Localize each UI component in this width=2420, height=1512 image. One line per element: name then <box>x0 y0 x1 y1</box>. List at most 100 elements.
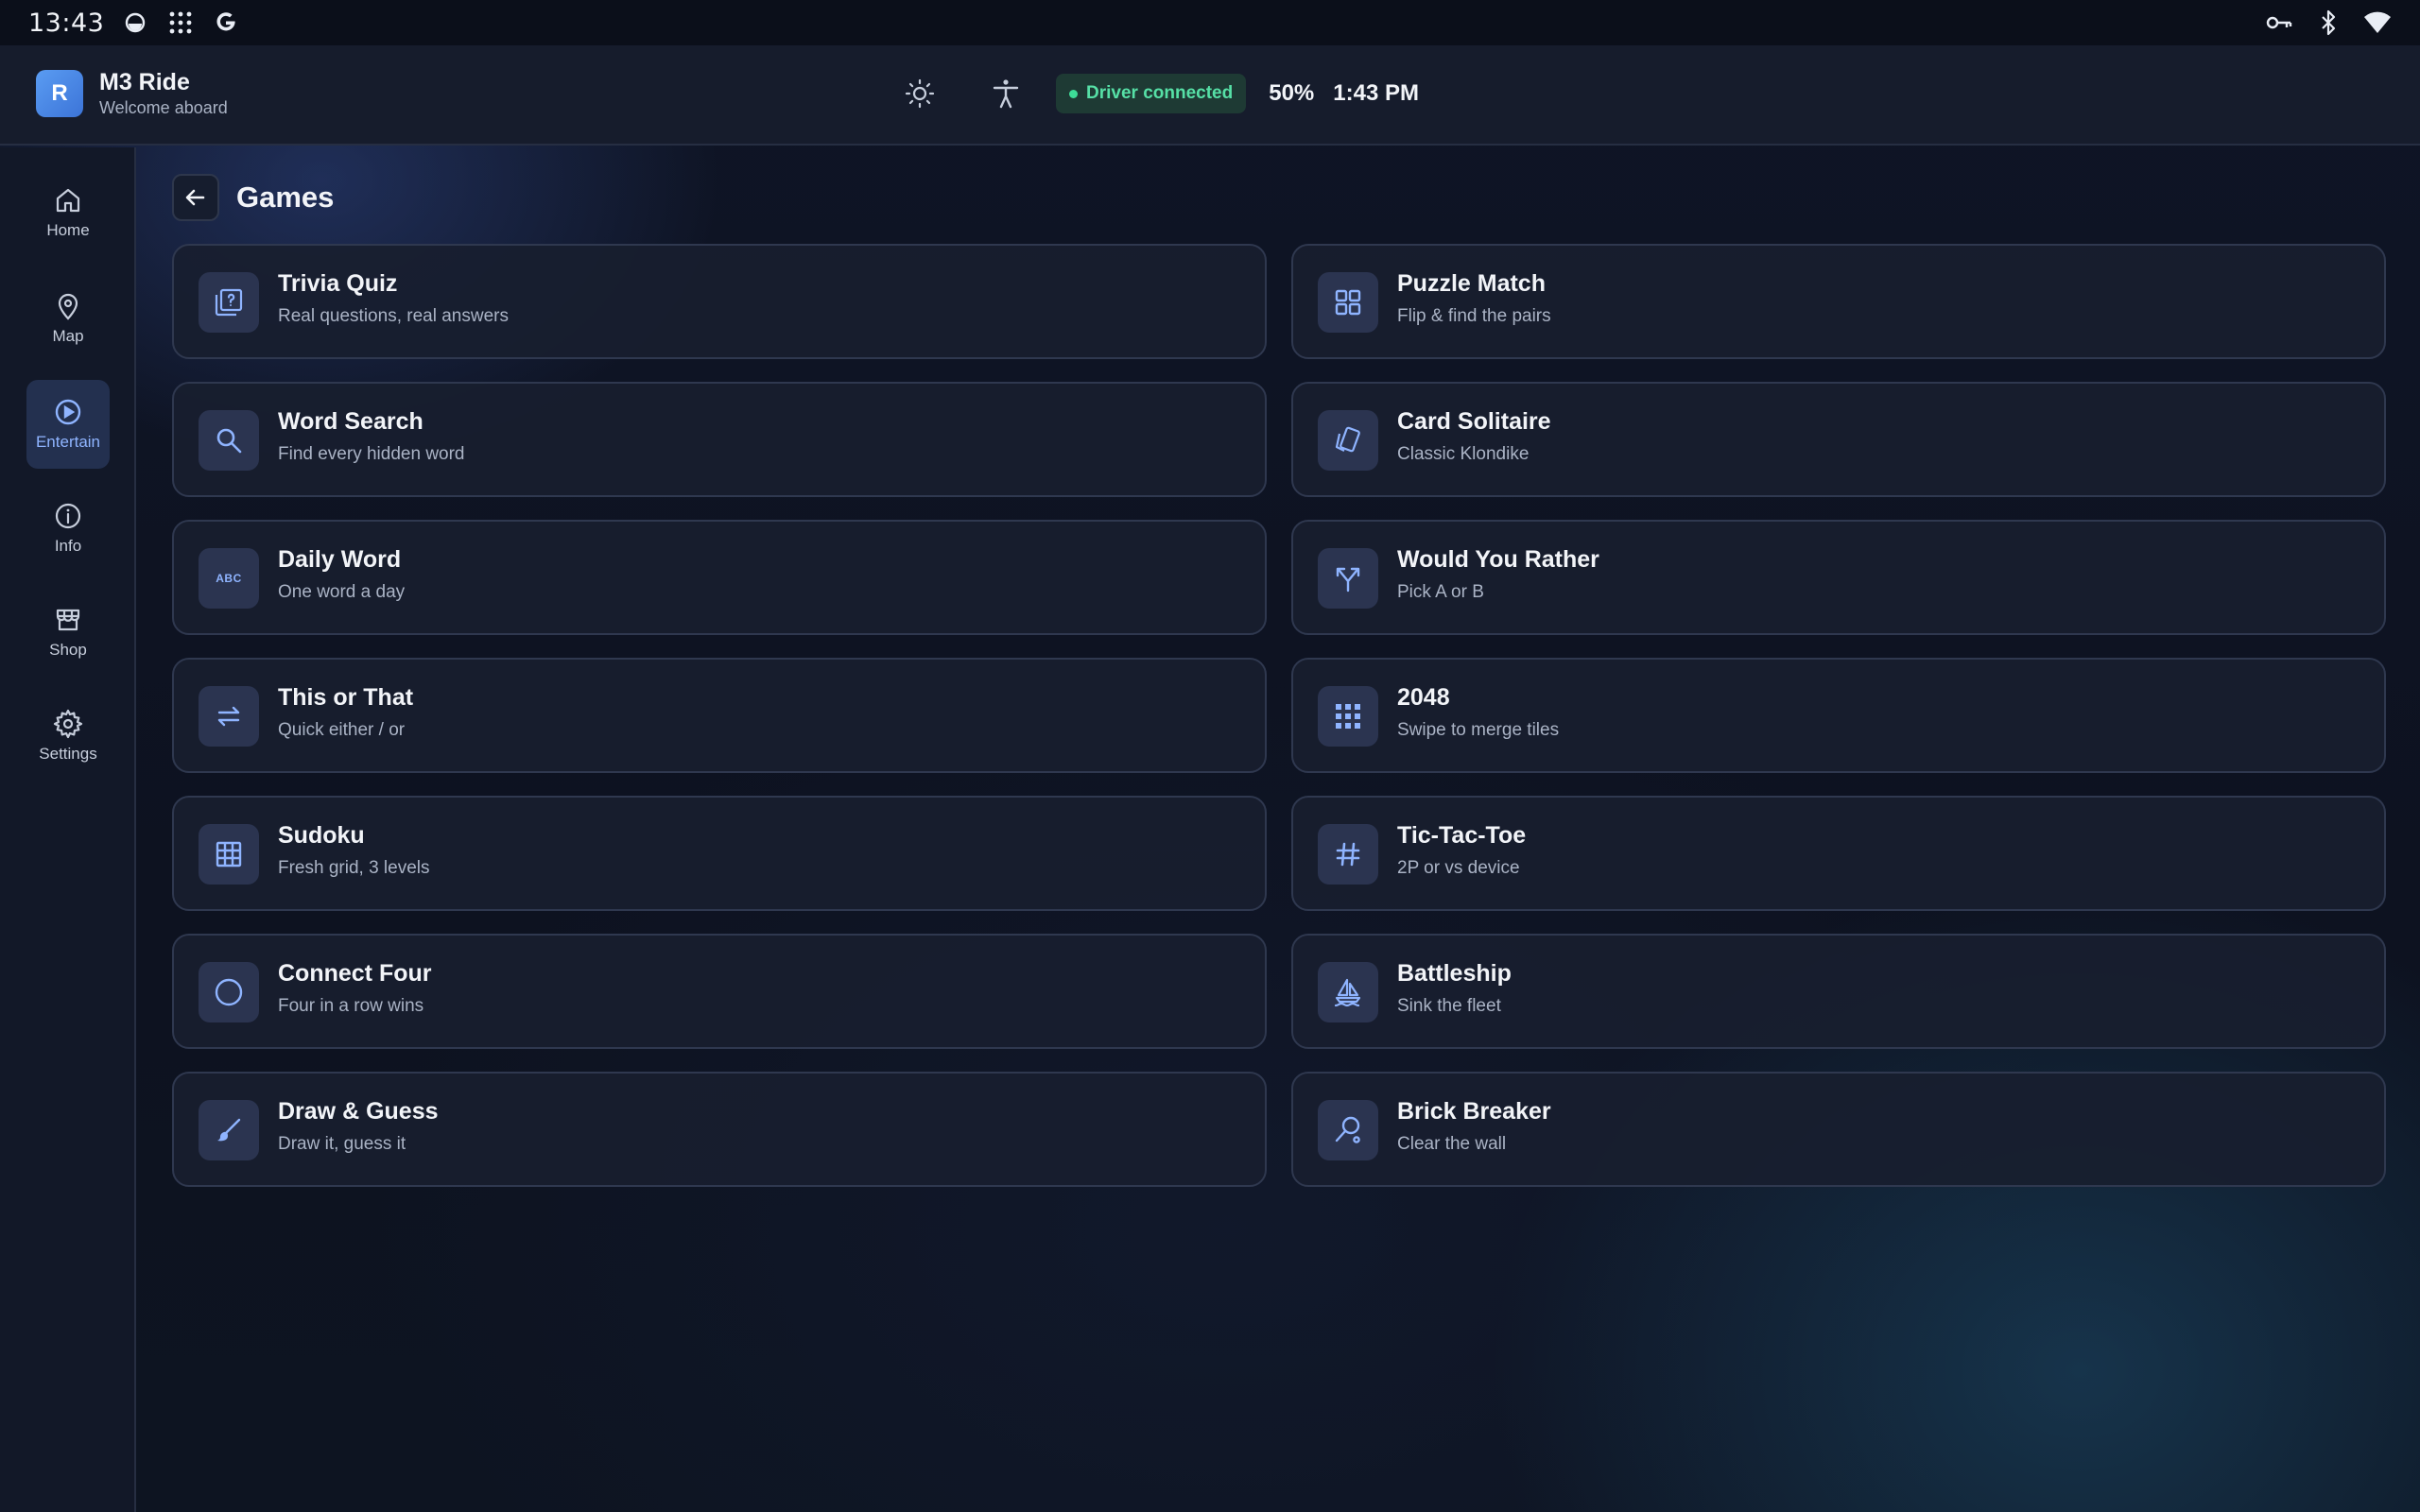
page-header: Games <box>172 174 334 221</box>
apps-grid-icon <box>166 9 195 37</box>
game-subtitle: Real questions, real answers <box>278 306 509 326</box>
game-subtitle: Swipe to merge tiles <box>1397 720 1560 740</box>
vpn-key-icon <box>2265 9 2293 37</box>
system-status-bar: 13:43 <box>0 0 2420 45</box>
welcome-text: Welcome aboard <box>99 98 228 117</box>
apps-icon <box>1318 686 1378 747</box>
game-card-daily-word[interactable]: ABC Daily Word One word a day <box>172 520 1267 635</box>
hashtag-icon <box>1318 824 1378 885</box>
sidebar-item-map[interactable]: Map <box>26 274 110 363</box>
brush-icon <box>199 1100 259 1160</box>
game-title: 2048 <box>1397 684 1450 711</box>
grid-view-icon <box>1318 272 1378 333</box>
store-icon <box>56 609 80 631</box>
game-subtitle: Clear the wall <box>1397 1134 1507 1154</box>
cards-icon <box>1318 410 1378 471</box>
app-name: M3 Ride <box>99 69 190 95</box>
game-card-2048[interactable]: 2048 Swipe to merge tiles <box>1291 658 2386 773</box>
gear-icon <box>53 709 83 739</box>
game-card-tic-tac-toe[interactable]: Tic-Tac-Toe 2P or vs device <box>1291 796 2386 911</box>
game-title: Word Search <box>278 408 424 435</box>
play-circle-icon <box>55 399 81 425</box>
game-subtitle: Find every hidden word <box>278 444 465 464</box>
driver-status-badge: Driver connected <box>1056 74 1247 113</box>
sidebar-item-label: Home <box>46 221 90 239</box>
game-card-would-you-rather[interactable]: Would You Rather Pick A or B <box>1291 520 2386 635</box>
game-title: Puzzle Match <box>1397 270 1546 297</box>
game-title: Daily Word <box>278 546 402 573</box>
status-time: 13:43 <box>28 8 105 38</box>
info-icon <box>55 503 81 529</box>
battery-level: 50% <box>1269 80 1315 106</box>
game-title: Brick Breaker <box>1397 1098 1551 1125</box>
sidebar-item-settings[interactable]: Settings <box>26 692 110 781</box>
sidebar-nav: Home Map Entertain Info Shop Settings <box>0 147 136 1512</box>
game-title: Card Solitaire <box>1397 408 1551 435</box>
app-header: R M3 Ride Welcome aboard Driver connecte… <box>0 45 2420 146</box>
home-icon <box>56 188 80 213</box>
game-card-card-solitaire[interactable]: Card Solitaire Classic Klondike <box>1291 382 2386 497</box>
google-g-icon <box>212 9 240 37</box>
game-title: Sudoku <box>278 822 365 849</box>
grid-3x3-icon <box>199 824 259 885</box>
game-subtitle: Four in a row wins <box>278 996 424 1016</box>
arrow-back-icon <box>185 189 205 206</box>
status-dot <box>1069 89 1078 98</box>
game-card-word-search[interactable]: Word Search Find every hidden word <box>172 382 1267 497</box>
sidebar-item-home[interactable]: Home <box>26 168 110 257</box>
header-clock: 1:43 PM <box>1333 80 1419 106</box>
game-title: This or That <box>278 684 414 711</box>
back-button[interactable] <box>172 174 219 221</box>
sidebar-item-info[interactable]: Info <box>26 484 110 573</box>
game-subtitle: Draw it, guess it <box>278 1134 406 1154</box>
game-title: Battleship <box>1397 960 1512 987</box>
brightness-icon <box>905 78 935 109</box>
sidebar-item-shop[interactable]: Shop <box>26 588 110 677</box>
circle-indicator-icon <box>121 9 149 37</box>
game-card-brick-breaker[interactable]: Brick Breaker Clear the wall <box>1291 1072 2386 1187</box>
page-title: Games <box>236 180 335 214</box>
game-card-connect-four[interactable]: Connect Four Four in a row wins <box>172 934 1267 1049</box>
brand: R M3 Ride Welcome aboard <box>36 68 228 119</box>
game-title: Would You Rather <box>1397 546 1599 573</box>
game-subtitle: Quick either / or <box>278 720 406 740</box>
sailboat-icon <box>1318 962 1378 1022</box>
accessibility-button[interactable] <box>984 72 1028 115</box>
game-title: Connect Four <box>278 960 432 987</box>
game-card-puzzle-match[interactable]: Puzzle Match Flip & find the pairs <box>1291 244 2386 359</box>
game-title: Trivia Quiz <box>278 270 398 297</box>
app-logo: R <box>36 70 83 117</box>
sidebar-item-label: Info <box>54 537 82 555</box>
brightness-button[interactable] <box>898 72 942 115</box>
search-icon <box>199 410 259 471</box>
game-subtitle: Pick A or B <box>1397 582 1484 602</box>
game-subtitle: 2P or vs device <box>1397 858 1520 878</box>
game-card-sudoku[interactable]: Sudoku Fresh grid, 3 levels <box>172 796 1267 911</box>
games-grid: Trivia Quiz Real questions, real answers… <box>172 244 2386 1187</box>
game-title: Draw & Guess <box>278 1098 439 1125</box>
sidebar-item-entertain[interactable]: Entertain <box>26 380 110 469</box>
map-pin-icon <box>58 293 78 320</box>
sidebar-item-label: Settings <box>39 745 97 763</box>
driver-status-text: Driver connected <box>1086 83 1234 103</box>
game-card-trivia-quiz[interactable]: Trivia Quiz Real questions, real answers <box>172 244 1267 359</box>
wifi-icon <box>2363 9 2392 37</box>
game-card-draw-and-guess[interactable]: Draw & Guess Draw it, guess it <box>172 1072 1267 1187</box>
paddle-icon <box>1318 1100 1378 1160</box>
abc-icon: ABC <box>199 548 259 609</box>
fork-arrows-icon <box>1318 548 1378 609</box>
game-subtitle: Fresh grid, 3 levels <box>278 858 430 878</box>
game-subtitle: One word a day <box>278 582 406 602</box>
game-title: Tic-Tac-Toe <box>1397 822 1527 849</box>
game-card-battleship[interactable]: Battleship Sink the fleet <box>1291 934 2386 1049</box>
sidebar-item-label: Entertain <box>35 433 101 451</box>
game-card-this-or-that[interactable]: This or That Quick either / or <box>172 658 1267 773</box>
bluetooth-icon <box>2314 9 2342 37</box>
circle-icon <box>199 962 259 1022</box>
quiz-icon <box>199 272 259 333</box>
swap-arrows-icon <box>199 686 259 747</box>
accessibility-icon <box>993 79 1019 109</box>
sidebar-item-label: Shop <box>49 641 87 659</box>
game-subtitle: Sink the fleet <box>1397 996 1501 1016</box>
game-subtitle: Classic Klondike <box>1397 444 1530 464</box>
